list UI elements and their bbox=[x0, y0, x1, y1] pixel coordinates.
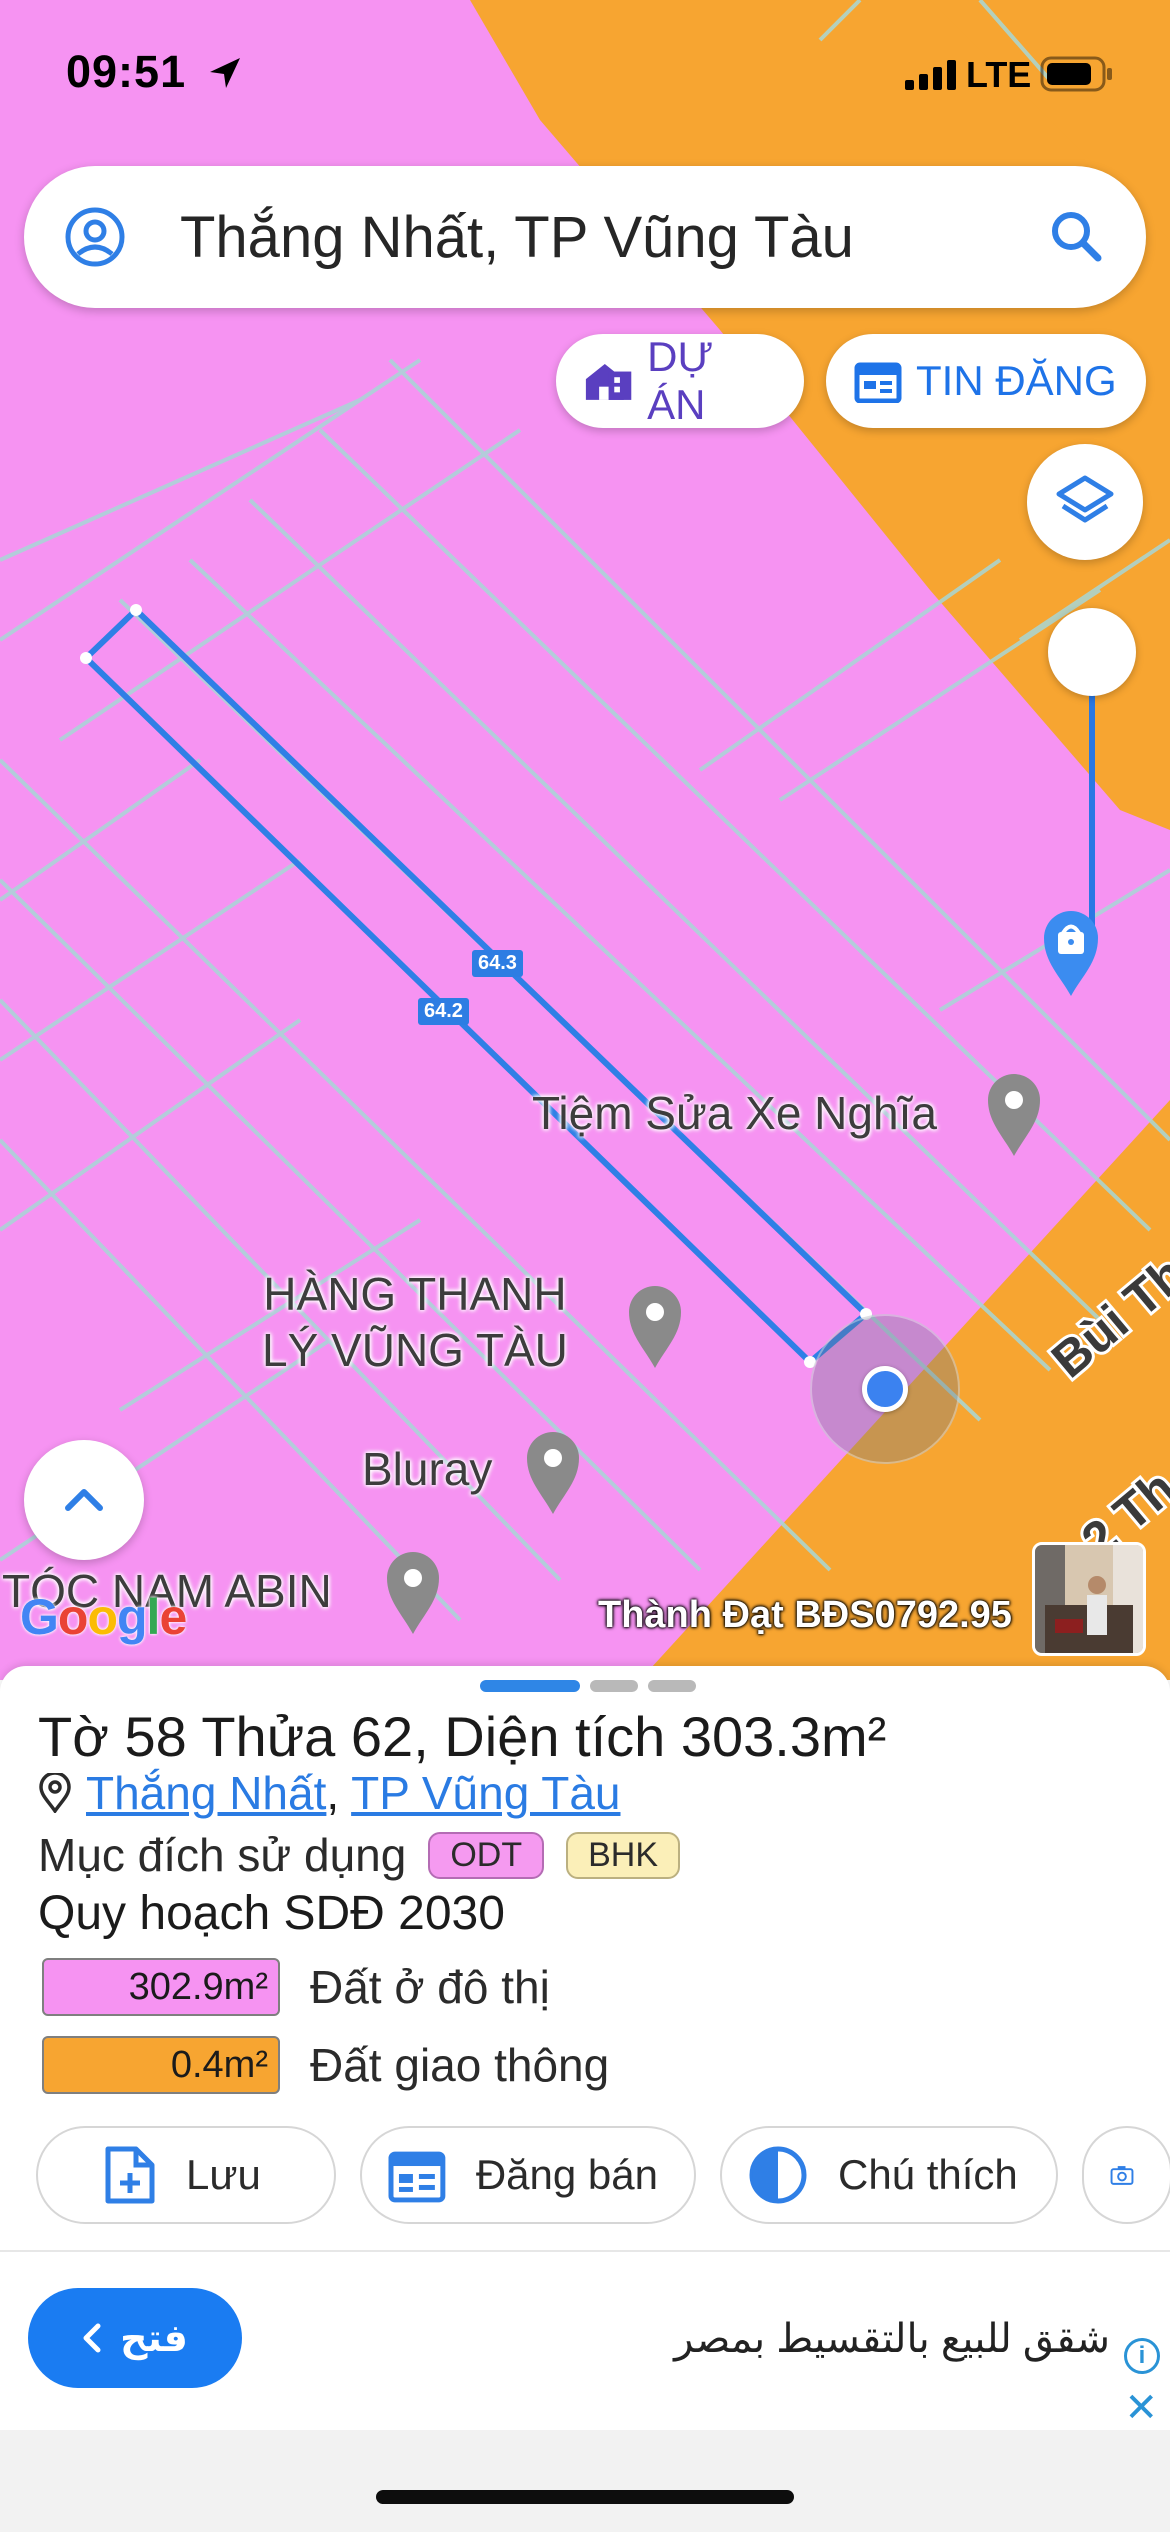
listings-chip-label: TIN ĐĂNG bbox=[916, 357, 1117, 404]
purpose-label: Mục đích sử dụng bbox=[38, 1829, 407, 1881]
advertiser-thumbnail[interactable] bbox=[1032, 1542, 1146, 1656]
save-button[interactable]: Lưu bbox=[36, 2126, 336, 2224]
plot-dimension-label: 64.2 bbox=[418, 998, 469, 1025]
layers-button[interactable] bbox=[1027, 444, 1143, 560]
legend-button[interactable]: Chú thích bbox=[720, 2126, 1058, 2224]
camera-button[interactable] bbox=[1082, 2126, 1170, 2224]
post-button-label: Đăng bán bbox=[475, 2151, 658, 2198]
poi-label[interactable]: Bluray bbox=[362, 1442, 492, 1496]
building-icon bbox=[585, 363, 632, 400]
projects-chip[interactable]: DỰ ÁN bbox=[556, 333, 804, 428]
chevron-left-icon bbox=[83, 2323, 101, 2353]
search-bar[interactable]: Thắng Nhất, TP Vũng Tàu bbox=[24, 166, 1146, 308]
search-input[interactable]: Thắng Nhất, TP Vũng Tàu bbox=[180, 204, 854, 271]
parcel-area: 303.3m² bbox=[680, 1705, 887, 1768]
place-pin-icon[interactable] bbox=[384, 1548, 442, 1636]
purpose-tag[interactable]: BHK bbox=[566, 1831, 681, 1879]
opacity-slider-handle[interactable] bbox=[1048, 608, 1136, 696]
save-button-label: Lưu bbox=[186, 2151, 261, 2198]
calendar-icon bbox=[388, 2151, 446, 2203]
parcel-number: 62 bbox=[350, 1705, 414, 1768]
city-link[interactable]: TP Vũng Tàu bbox=[351, 1767, 620, 1819]
legend-label: Đất ở đô thị bbox=[310, 1961, 550, 2013]
parcel-address: Thắng Nhất, TP Vũng Tàu bbox=[38, 1766, 621, 1820]
expand-collapse-button[interactable] bbox=[24, 1440, 144, 1560]
page-indicator-dot[interactable] bbox=[590, 1680, 638, 1692]
current-location-dot bbox=[862, 1366, 908, 1412]
place-pin-icon[interactable] bbox=[626, 1282, 684, 1370]
ad-banner[interactable]: فتح شقق للبيع بالتقسيط بمصر i ✕ bbox=[0, 2250, 1170, 2430]
plot-dimension-label: 64.3 bbox=[472, 950, 523, 977]
location-pin-icon bbox=[39, 1773, 71, 1813]
page-indicator-active[interactable] bbox=[480, 1680, 580, 1692]
legend-label: Đất giao thông bbox=[310, 2039, 610, 2091]
listings-chip[interactable]: TIN ĐĂNG bbox=[826, 334, 1146, 428]
watermark-text: Thành Đạt BĐS0792.95 bbox=[598, 1594, 1012, 1636]
person-photo bbox=[1035, 1545, 1143, 1653]
layers-icon bbox=[1056, 475, 1114, 523]
ad-info-icon[interactable]: i bbox=[1124, 2338, 1160, 2374]
user-account-icon[interactable] bbox=[64, 206, 126, 268]
purpose-tag[interactable]: ODT bbox=[428, 1831, 545, 1879]
network-type: LTE bbox=[966, 54, 1032, 95]
cellular-signal-icon bbox=[905, 60, 956, 90]
ad-open-button[interactable]: فتح bbox=[28, 2288, 242, 2388]
page-indicator[interactable] bbox=[480, 1680, 696, 1692]
home-indicator-area bbox=[0, 2430, 1170, 2532]
legend-swatch: 0.4m² bbox=[42, 2036, 280, 2094]
battery-icon bbox=[1040, 56, 1112, 92]
poi-label[interactable]: Tiệm Sửa Xe Nghĩa bbox=[532, 1086, 937, 1140]
legend-button-label: Chú thích bbox=[838, 2151, 1018, 2198]
plan-legend-row: 302.9m² Đất ở đô thị bbox=[42, 1958, 550, 2016]
land-use-purpose: Mục đích sử dụng ODT BHK bbox=[38, 1828, 681, 1882]
poi-label[interactable]: HÀNG THANH LÝ VŨNG TÀU bbox=[262, 1266, 568, 1378]
shopping-pin-icon[interactable] bbox=[1040, 906, 1102, 998]
page-indicator-dot[interactable] bbox=[648, 1680, 696, 1692]
status-bar: 09:51 LTE bbox=[0, 0, 1170, 150]
parcel-info-sheet[interactable]: Tờ 58 Thửa 62, Diện tích 303.3m² Thắng N… bbox=[0, 1666, 1170, 2250]
camera-icon bbox=[1110, 2166, 1134, 2185]
place-pin-icon[interactable] bbox=[985, 1070, 1043, 1158]
sheet-number: 58 bbox=[124, 1705, 187, 1768]
ad-text[interactable]: شقق للبيع بالتقسيط بمصر bbox=[674, 2316, 1110, 2362]
ad-close-icon[interactable]: ✕ bbox=[1124, 2388, 1158, 2428]
map-view[interactable]: Bùi Th 2 Th 64.3 64.2 09:51 LTE Thắng Nh… bbox=[0, 0, 1170, 1680]
chevron-up-icon bbox=[65, 1489, 103, 1511]
home-indicator[interactable] bbox=[376, 2490, 794, 2504]
location-arrow-icon bbox=[210, 58, 240, 88]
post-for-sale-button[interactable]: Đăng bán bbox=[360, 2126, 696, 2224]
plan-legend-row: 0.4m² Đất giao thông bbox=[42, 2036, 609, 2094]
status-time: 09:51 bbox=[66, 46, 187, 97]
calendar-icon bbox=[854, 362, 902, 403]
plan-title: Quy hoạch SDĐ 2030 bbox=[38, 1887, 505, 1940]
ward-link[interactable]: Thắng Nhất bbox=[86, 1767, 326, 1819]
action-bar: Lưu Đăng bán Chú thích bbox=[36, 2126, 1170, 2224]
legend-swatch: 302.9m² bbox=[42, 1958, 280, 2016]
place-pin-icon[interactable] bbox=[524, 1428, 582, 1516]
ad-open-label: فتح bbox=[120, 2317, 188, 2360]
google-logo: Google bbox=[20, 1589, 187, 1645]
parcel-title: Tờ 58 Thửa 62, Diện tích 303.3m² bbox=[38, 1705, 887, 1768]
add-file-icon bbox=[105, 2146, 155, 2204]
contrast-icon bbox=[749, 2146, 807, 2204]
projects-chip-label: DỰ ÁN bbox=[647, 333, 714, 428]
search-icon[interactable] bbox=[1048, 208, 1104, 264]
